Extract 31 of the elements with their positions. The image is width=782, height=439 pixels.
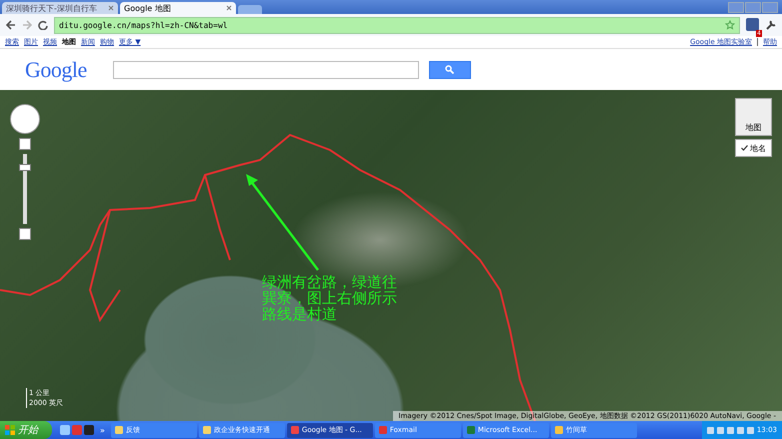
wrench-icon[interactable] bbox=[765, 20, 776, 30]
star-icon[interactable] bbox=[725, 20, 735, 30]
zoom-in-button[interactable] bbox=[19, 138, 31, 150]
app-icon bbox=[378, 426, 387, 434]
close-tab-icon[interactable] bbox=[108, 5, 114, 11]
app-icon bbox=[554, 426, 563, 434]
google-logo: Google bbox=[25, 56, 87, 82]
overflow-chevron[interactable]: » bbox=[100, 426, 105, 434]
browser-tab[interactable]: 深圳骑行天下-深圳自行车 bbox=[2, 2, 118, 14]
app-icon bbox=[202, 426, 211, 434]
labels-toggle[interactable]: 地名 bbox=[735, 139, 772, 157]
back-icon[interactable] bbox=[6, 20, 16, 30]
app-icon bbox=[114, 426, 123, 434]
search-icon bbox=[445, 65, 454, 74]
zoom-slider-thumb[interactable] bbox=[19, 164, 31, 171]
search-field[interactable] bbox=[112, 60, 419, 78]
address-bar[interactable]: ditu.google.cn/maps?hl=zh-CN&tab=wl bbox=[54, 16, 740, 34]
app-icon bbox=[290, 426, 299, 434]
pan-control[interactable] bbox=[10, 104, 40, 134]
map-type-button[interactable]: 地图 bbox=[735, 98, 772, 136]
extension-icon[interactable] bbox=[746, 18, 759, 30]
forward-icon[interactable] bbox=[22, 20, 32, 30]
reload-icon[interactable] bbox=[38, 20, 48, 30]
browser-tab[interactable]: Google 地图 bbox=[120, 2, 236, 14]
search-button[interactable] bbox=[428, 60, 471, 78]
close-tab-icon[interactable] bbox=[226, 5, 232, 11]
zoom-out-button[interactable] bbox=[19, 228, 31, 240]
app-icon bbox=[466, 426, 475, 434]
map-annotation: 绿洲有岔路，绿道往 巽寮，图上右侧所示 路线是村道 bbox=[262, 274, 397, 322]
check-icon bbox=[741, 145, 748, 151]
windows-logo-icon bbox=[5, 425, 15, 435]
